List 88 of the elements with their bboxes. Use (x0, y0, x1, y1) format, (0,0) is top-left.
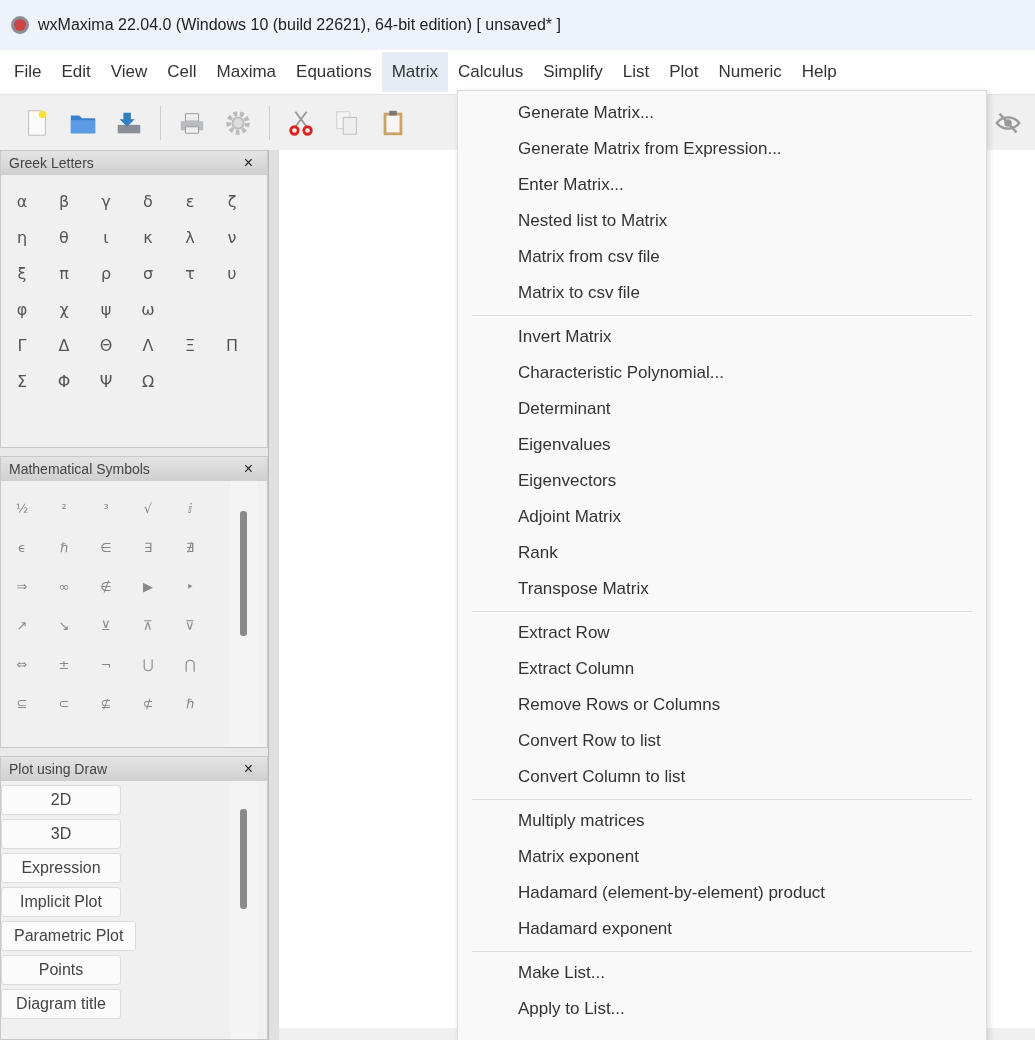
menu-item[interactable]: Cell (157, 52, 207, 92)
menu-entry[interactable]: Extract Row (458, 615, 986, 651)
symbol-button[interactable]: Φ (43, 371, 85, 391)
symbol-button[interactable]: γ (85, 191, 127, 211)
symbol-button[interactable]: Ω (127, 371, 169, 391)
menu-entry[interactable]: Multiply matrices (458, 803, 986, 839)
symbol-button[interactable]: ε (169, 191, 211, 211)
menu-item[interactable]: Numeric (708, 52, 792, 92)
panel-title: Greek Letters (9, 155, 94, 171)
symbol-button[interactable]: τ (169, 263, 211, 283)
menu-item[interactable]: Equations (286, 52, 382, 92)
symbol-button[interactable]: Λ (127, 335, 169, 355)
symbol-button[interactable]: ω (127, 299, 169, 319)
menu-entry[interactable]: Matrix exponent (458, 839, 986, 875)
symbol-button[interactable]: Θ (85, 335, 127, 355)
menu-entry[interactable]: Hadamard exponent (458, 911, 986, 947)
menu-entry[interactable]: Extract Column (458, 651, 986, 687)
symbol-button[interactable]: ρ (85, 263, 127, 283)
menu-entry[interactable]: Make List... (458, 955, 986, 991)
plot-button[interactable]: 3D (1, 819, 121, 849)
symbol-button[interactable]: Γ (1, 335, 43, 355)
menu-item[interactable]: Simplify (533, 52, 613, 92)
symbol-button[interactable]: Ξ (169, 335, 211, 355)
menu-item[interactable]: Calculus (447, 52, 534, 92)
symbol-button[interactable]: β (43, 191, 85, 211)
close-button[interactable]: × (243, 154, 253, 172)
close-button[interactable]: × (243, 760, 253, 778)
symbol-button[interactable]: ζ (211, 191, 253, 211)
menu-entry[interactable]: Nested list to Matrix (458, 203, 986, 239)
menu-item[interactable]: Matrix (381, 52, 448, 92)
symbol-button[interactable]: ν (211, 227, 253, 247)
symbol-button[interactable]: α (1, 191, 43, 211)
plot-button[interactable]: Diagram title (1, 989, 121, 1019)
menu-item[interactable]: File (4, 52, 52, 92)
symbol-button[interactable]: Ψ (85, 371, 127, 391)
menu-item[interactable]: Help (791, 52, 847, 92)
scrollbar-thumb[interactable] (240, 809, 247, 909)
menu-entry[interactable]: Eigenvalues (458, 427, 986, 463)
menu-entry[interactable]: Enter Matrix... (458, 167, 986, 203)
window-title: wxMaxima 22.04.0 (Windows 10 (build 22621), 64-bit edition) [ unsaved* ] (38, 16, 561, 34)
scrollbar-thumb[interactable] (240, 511, 247, 636)
menu-entry[interactable]: Eigenvectors (458, 463, 986, 499)
symbol-button[interactable]: δ (127, 191, 169, 211)
menu-entry[interactable]: Matrix to csv file (458, 275, 986, 311)
symbol-button[interactable]: ψ (85, 299, 127, 319)
menu-item[interactable]: Plot (659, 52, 709, 92)
panel-title: Mathematical Symbols (9, 461, 150, 477)
app-logo-icon (10, 15, 30, 35)
menu-item[interactable]: Maxima (206, 52, 287, 92)
menu-entry[interactable]: Hadamard (element-by-element) product (458, 875, 986, 911)
splitter-bar[interactable] (268, 150, 279, 1040)
symbol-button[interactable]: φ (1, 299, 43, 319)
symbol-button[interactable]: υ (211, 263, 253, 283)
menu-entry[interactable]: Apply to List... (458, 991, 986, 1027)
menu-entry[interactable]: Rank (458, 535, 986, 571)
symbol-button[interactable]: λ (169, 227, 211, 247)
symbol-button[interactable]: κ (127, 227, 169, 247)
symbol-button[interactable]: σ (127, 263, 169, 283)
symbol-button[interactable]: θ (43, 227, 85, 247)
menu-entry[interactable]: Adjoint Matrix (458, 499, 986, 535)
menu-entry[interactable]: Remove Rows or Columns (458, 687, 986, 723)
menu-entry[interactable]: Convert Row to list (458, 723, 986, 759)
symbol-button[interactable]: Σ (1, 371, 43, 391)
menu-item[interactable]: View (100, 52, 158, 92)
menu-item[interactable]: Edit (51, 52, 101, 92)
close-button[interactable]: × (243, 460, 253, 478)
symbol-button[interactable]: η (1, 227, 43, 247)
menu-entry[interactable]: Invert Matrix (458, 319, 986, 355)
menu-entry[interactable]: Convert Column to list (458, 759, 986, 795)
symbol-button[interactable]: ι (85, 227, 127, 247)
menu-item[interactable]: List (612, 52, 660, 92)
plot-button[interactable]: 2D (1, 785, 121, 815)
menu-entry[interactable]: Determinant (458, 391, 986, 427)
plot-button[interactable]: Points (1, 955, 121, 985)
symbol-button[interactable]: Π (211, 335, 253, 355)
menu-entry[interactable]: Generate Matrix from Expression... (458, 131, 986, 167)
symbol-button[interactable]: ξ (1, 263, 43, 283)
plot-button[interactable]: Expression (1, 853, 121, 883)
plot-button[interactable]: Implicit Plot (1, 887, 121, 917)
symbol-button[interactable]: ⅈ (169, 501, 211, 516)
symbol-button[interactable]: χ (43, 299, 85, 319)
plot-button[interactable]: Parametric Plot (1, 921, 137, 951)
menu-entry[interactable]: Matrix from csv file (458, 239, 986, 275)
panel-title: Plot using Draw (9, 761, 108, 777)
menu-entry[interactable]: Characteristic Polynomial... (458, 355, 986, 391)
menu-entry[interactable]: Transpose Matrix (458, 571, 986, 607)
symbol-button[interactable]: π (43, 263, 85, 283)
symbol-button[interactable]: Δ (43, 335, 85, 355)
